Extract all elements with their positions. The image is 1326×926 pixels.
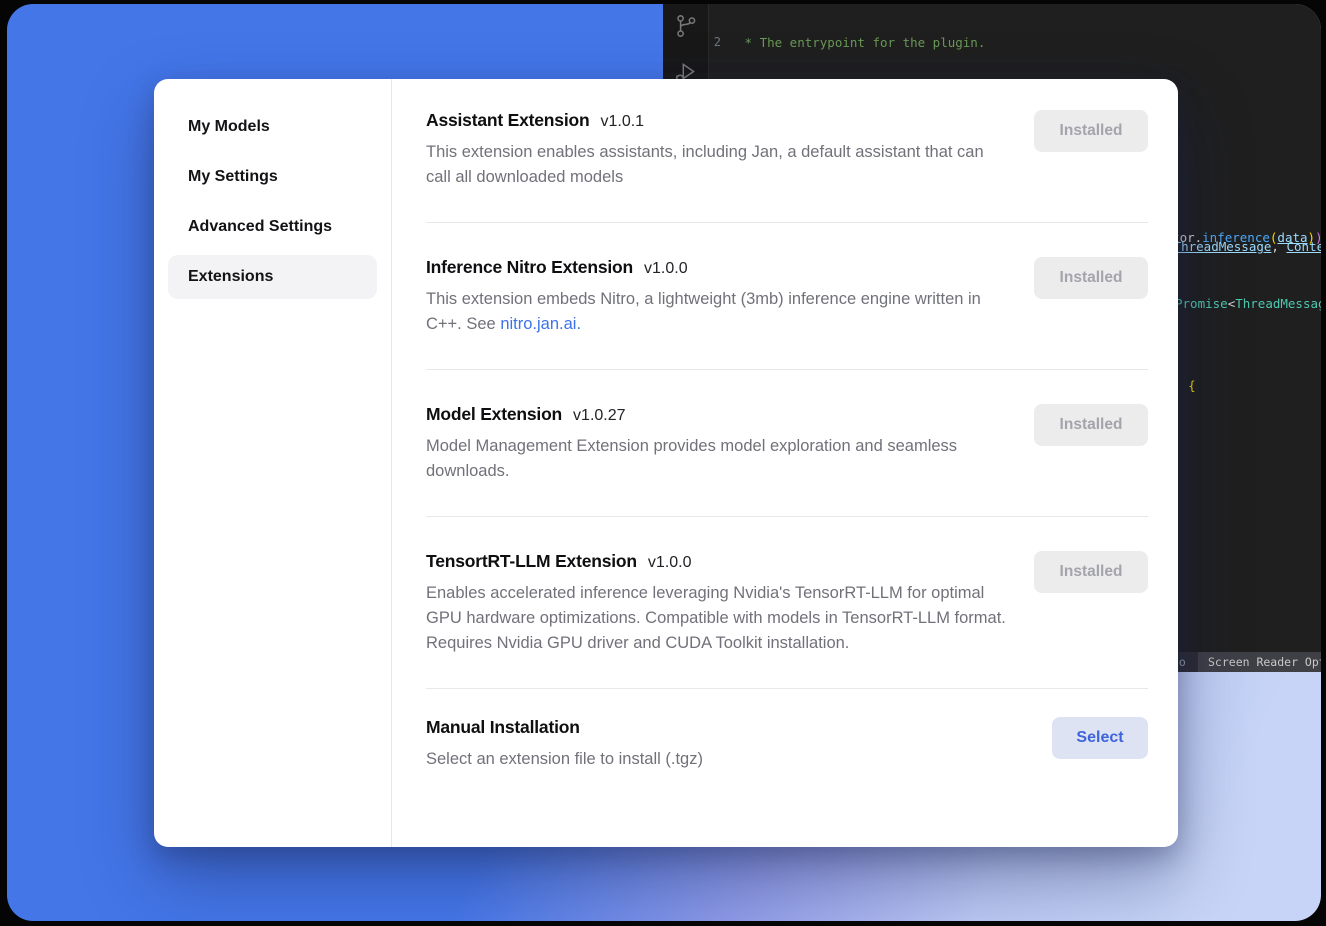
extension-description: This extension embeds Nitro, a lightweig… <box>426 287 1011 337</box>
installed-button[interactable]: Installed <box>1034 551 1148 593</box>
extension-description: This extension enables assistants, inclu… <box>426 140 1011 190</box>
extension-info: TensortRT-LLM Extension v1.0.0 Enables a… <box>426 551 1011 656</box>
sidebar-item-my-models[interactable]: My Models <box>168 105 377 149</box>
installed-button[interactable]: Installed <box>1034 404 1148 446</box>
installed-button[interactable]: Installed <box>1034 257 1148 299</box>
code-text: * The entrypoint for the plugin. <box>737 34 1321 51</box>
code-fragment: Promise<ThreadMessage> <box>1175 295 1321 312</box>
manual-installation-row: Manual Installation Select an extension … <box>426 689 1148 772</box>
extension-row: Assistant Extension v1.0.1 This extensio… <box>426 110 1148 223</box>
code-line: 2 * The entrypoint for the plugin. <box>663 34 1321 51</box>
extension-row: Inference Nitro Extension v1.0.0 This ex… <box>426 223 1148 370</box>
extension-version: v1.0.1 <box>600 113 644 131</box>
extension-description: Model Management Extension provides mode… <box>426 434 1011 484</box>
sidebar-item-extensions[interactable]: Extensions <box>168 255 377 299</box>
extension-name: Assistant Extension <box>426 110 589 131</box>
extension-description: Enables accelerated inference leveraging… <box>426 581 1011 656</box>
settings-modal: My Models My Settings Advanced Settings … <box>154 79 1178 847</box>
extension-version: v1.0.27 <box>573 407 625 425</box>
manual-installation-title: Manual Installation <box>426 717 580 738</box>
extension-row: TensortRT-LLM Extension v1.0.0 Enables a… <box>426 517 1148 689</box>
screenshot-stage: 2 * The entrypoint for the plugin. 3 */ … <box>0 0 1326 926</box>
code-fragment: rator.inference(data)); <box>1157 229 1321 246</box>
screen-reader-badge[interactable]: Screen Reader Optimized <box>1198 652 1321 672</box>
app-window: 2 * The entrypoint for the plugin. 3 */ … <box>7 4 1321 921</box>
sidebar-item-my-settings[interactable]: My Settings <box>168 155 377 199</box>
extension-info: Manual Installation Select an extension … <box>426 717 703 772</box>
extension-info: Assistant Extension v1.0.1 This extensio… <box>426 110 1011 190</box>
extension-info: Model Extension v1.0.27 Model Management… <box>426 404 1011 484</box>
nitro-jan-ai-link[interactable]: nitro.jan.ai. <box>500 315 581 333</box>
extensions-panel: Assistant Extension v1.0.1 This extensio… <box>392 79 1178 847</box>
extension-version: v1.0.0 <box>648 554 692 572</box>
extension-info: Inference Nitro Extension v1.0.0 This ex… <box>426 257 1011 337</box>
extension-name: Model Extension <box>426 404 562 425</box>
sidebar-item-advanced-settings[interactable]: Advanced Settings <box>168 205 377 249</box>
extension-version: v1.0.0 <box>644 260 688 278</box>
installed-button[interactable]: Installed <box>1034 110 1148 152</box>
manual-installation-description: Select an extension file to install (.tg… <box>426 747 703 772</box>
extension-name: Inference Nitro Extension <box>426 257 633 278</box>
extension-row: Model Extension v1.0.27 Model Management… <box>426 370 1148 517</box>
extension-name: TensortRT-LLM Extension <box>426 551 637 572</box>
line-number: 2 <box>663 34 737 51</box>
select-button[interactable]: Select <box>1052 717 1148 759</box>
settings-sidebar: My Models My Settings Advanced Settings … <box>154 79 392 847</box>
